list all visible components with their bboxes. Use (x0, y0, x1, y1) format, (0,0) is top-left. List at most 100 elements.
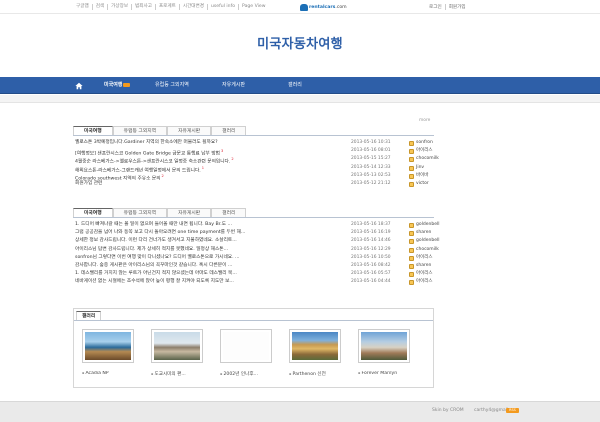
post-author[interactable]: goldenbell (416, 221, 439, 229)
gallery-caption[interactable]: Parthenon 신전 (289, 371, 341, 377)
list-item[interactable]: 회원가입 관련 2013-05-12 21:12 victor (73, 180, 434, 188)
gallery-caption[interactable]: Forever Marilyn (358, 371, 410, 376)
post-author[interactable]: victor (416, 180, 429, 188)
list-item[interactable]: 상세한 정보 감사드립니다. 이런 다리 건너가도 생겨서고 지불하였네요. 소… (73, 237, 439, 245)
post-title[interactable]: 회원가입 관련 (75, 180, 345, 188)
post-author[interactable]: 아이리스 (416, 147, 433, 155)
post-title-text: 1. 드디어 빠져나갈 때는 볼 일이 없으며 들어올 때만 내면 됩니다. B… (75, 222, 232, 227)
tab-europe[interactable]: 유럽등 그외지역 (112, 208, 168, 217)
tab-europe[interactable]: 유럽등 그외지역 (112, 126, 168, 135)
gallery-thumbnail[interactable] (82, 329, 134, 363)
list-item[interactable]: 옐로스톤 3박예정입니다.Gardiner 지역의 한숙소에만 머물러도 될까요… (73, 139, 434, 147)
gallery-caption[interactable]: 도교시미의 편... (151, 371, 203, 377)
post-author[interactable]: 아이리스 (416, 254, 433, 262)
gallery-thumbnail[interactable] (358, 329, 410, 363)
new-badge-icon (123, 82, 131, 87)
top-link-virtual[interactable]: 가상장보 (108, 4, 133, 10)
list-item[interactable]: 4월중순 라스베가스->옐로우스톤->샌프란시스코 일정중 숙소관련 문의입니다… (73, 155, 439, 165)
nav-item-europe[interactable]: 유럽등 그외지역 (155, 77, 189, 94)
post-author[interactable]: 아이리스 (416, 278, 433, 286)
user-icon (409, 255, 414, 261)
post-author[interactable]: sharen (416, 262, 431, 270)
more-link[interactable]: more (419, 118, 430, 123)
tab-gallery[interactable]: 갤러리 (76, 311, 102, 320)
tab-gallery[interactable]: 갤러리 (211, 126, 247, 135)
user-icon (409, 149, 414, 155)
gallery-thumbnail[interactable] (220, 329, 272, 363)
nav-item-usa-travel[interactable]: 미국여행 (104, 77, 131, 94)
gallery-caption[interactable]: Acadia NP (82, 371, 134, 376)
gallery-item[interactable]: Parthenon 신전 (289, 329, 341, 377)
tab-gallery[interactable]: 갤러리 (211, 208, 247, 217)
post-title[interactable]: 감사합니다. 숲중 게시판은 아이리스님의 꼭꾸마인것 같습니다. 혹시 다른분… (75, 262, 345, 270)
recent-comments-box: 미국여행 유럽등 그외지역 자유게시판 갤러리 1. 드디어 빠져나갈 때는 볼… (73, 208, 439, 287)
post-title-text: 회원가입 관련 (75, 180, 103, 186)
post-title[interactable]: 네바게이션 없는 시절에는 조수석에 앉아 높이 평행 잘 지켜야 되도록 지도… (75, 278, 345, 286)
top-link-search[interactable]: 검색 (93, 4, 109, 10)
post-title[interactable]: 1. 드디어 빠져나갈 때는 볼 일이 없으며 들어올 때만 내면 됩니다. B… (75, 221, 345, 229)
comment-count: 2 (161, 173, 164, 178)
top-link-useful-info[interactable]: useful info (208, 4, 240, 10)
site-title[interactable]: 미국자동차여행 (0, 33, 600, 52)
post-author[interactable]: 바이바 (416, 172, 428, 180)
post-title[interactable]: 1. 데스밸리를 거치지 않는 루트가 아닌건지 적지 않으셨는데 아마도 데스… (75, 270, 345, 278)
post-title[interactable]: 그럼 공공감을 넘어 나와 동쪽 보고 다시 돌아오려면 one time pa… (75, 229, 345, 237)
user-icon (409, 247, 414, 253)
post-author[interactable]: 아이리스 (416, 270, 433, 278)
post-title[interactable]: 옐로스톤 3박예정입니다.Gardiner 지역의 한숙소에만 머물러도 될까요… (75, 139, 345, 147)
post-title[interactable]: 아이리스님 답변 감사드립니다. 제가 상세히 적지를 못했네요. 일정상 해스… (75, 246, 345, 254)
list-item[interactable]: 해외요스톤-라스베가스-그랜드캐년 여행일정에서 문의 드립니다.1 2013-0… (73, 164, 434, 174)
post-title[interactable]: 상세한 정보 감사드립니다. 이런 다리 건너가도 생겨서고 지불하였네요. 소… (75, 237, 345, 245)
home-button[interactable] (72, 77, 86, 94)
post-author[interactable]: sonfron (416, 139, 433, 147)
tab-usa-travel[interactable]: 미국여행 (73, 126, 113, 135)
post-author[interactable]: chocomilk (416, 246, 439, 254)
login-link[interactable]: 로그인 (426, 4, 445, 10)
post-title-text: 상세한 정보 감사드립니다. 이런 다리 건너가도 생겨서고 지불하였네요. 소… (75, 238, 237, 244)
top-link-timezone[interactable]: 시간대변경 (180, 4, 208, 10)
post-author[interactable]: chocomilk (416, 155, 439, 163)
recent-posts-box: 미국여행 유럽등 그외지역 자유게시판 갤러리 옐로스톤 3박예정입니다.Gar… (73, 126, 439, 188)
list-item[interactable]: sonfron님 그렇다면 이번 여행 맞이 다니셨나요? 드디어 옐로스톤으로… (73, 254, 434, 262)
gallery-item[interactable]: 도교시미의 편... (151, 329, 203, 377)
list-item[interactable]: Colorado southwest 지역의 주유소 문의2 2013-05-13… (73, 172, 434, 182)
list-item[interactable]: 아이리스님 답변 감사드립니다. 제가 상세히 적지를 못했네요. 일정상 해스… (73, 246, 439, 254)
top-link-crime[interactable]: 범죄사고 (132, 4, 156, 10)
main-nav: 미국여행 유럽등 그외지역 자유게시판 갤러리 (0, 77, 600, 94)
top-link-map[interactable]: 구글맵 (73, 4, 93, 10)
gallery-caption[interactable]: 2002년 인나후... (220, 371, 272, 377)
signup-link[interactable]: 회원가입 (444, 4, 469, 10)
user-icon (409, 165, 414, 171)
post-title-text: 감사합니다. 숲중 게시판은 아이리스님의 꼭꾸마인것 같습니다. 혹시 다른분… (75, 262, 233, 268)
posts-tabs: 미국여행 유럽등 그외지역 자유게시판 갤러리 (73, 126, 434, 136)
gallery-thumbnail[interactable] (289, 329, 341, 363)
post-author[interactable]: sharen (416, 229, 431, 237)
post-date: 2013-05-16 18:37 (351, 222, 391, 227)
tab-free-board[interactable]: 자유게시판 (167, 126, 212, 135)
skin-credit[interactable]: Skin by CROM (432, 408, 464, 413)
gallery-item[interactable]: Forever Marilyn (358, 329, 410, 376)
list-item[interactable]: 네바게이션 없는 시절에는 조수석에 앉아 높이 평행 잘 지켜야 되도록 지도… (73, 278, 434, 286)
rentalcars-logo[interactable]: rentalcars.com (300, 3, 347, 11)
list-item[interactable]: 감사합니다. 숲중 게시판은 아이리스님의 꼭꾸마인것 같습니다. 혹시 다른분… (73, 262, 434, 270)
post-author[interactable]: goldenbell (416, 237, 439, 245)
top-link-project[interactable]: 프로게트 (156, 4, 180, 10)
list-item[interactable]: 1. 드디어 빠져나갈 때는 볼 일이 없으며 들어올 때만 내면 됩니다. B… (73, 221, 439, 229)
nav-item-free-board[interactable]: 자유게시판 (222, 77, 245, 94)
gallery-item[interactable]: Acadia NP (82, 329, 134, 376)
post-author[interactable]: Jinv (416, 164, 424, 172)
tab-usa-travel[interactable]: 미국여행 (73, 208, 113, 217)
nav-item-gallery[interactable]: 갤러리 (288, 77, 302, 94)
list-item[interactable]: 그럼 공공감을 넘어 나와 동쪽 보고 다시 돌아오려면 one time pa… (73, 229, 434, 237)
list-item[interactable]: [여행정보] 샌프란시스코 Golden Gate Bridge 금문교 통행료… (73, 147, 434, 157)
rss-icon[interactable]: RSS (506, 408, 519, 413)
top-bar: 구글맵 검색 가상장보 범죄사고 프로게트 시간대변경 useful info … (0, 0, 600, 14)
post-title[interactable]: sonfron님 그렇다면 이번 여행 맞이 다니셨나요? 드디어 옐로스톤으로… (75, 254, 345, 262)
user-icon (409, 280, 414, 286)
list-item[interactable]: 1. 데스밸리를 거치지 않는 루트가 아닌건지 적지 않으셨는데 아마도 데스… (73, 270, 434, 278)
gallery-thumbnail[interactable] (151, 329, 203, 363)
top-link-page-view[interactable]: Page View (239, 4, 268, 10)
gallery-item[interactable]: 2002년 인나후... (220, 329, 272, 377)
sub-bar (0, 95, 600, 103)
tab-free-board[interactable]: 자유게시판 (167, 208, 212, 217)
